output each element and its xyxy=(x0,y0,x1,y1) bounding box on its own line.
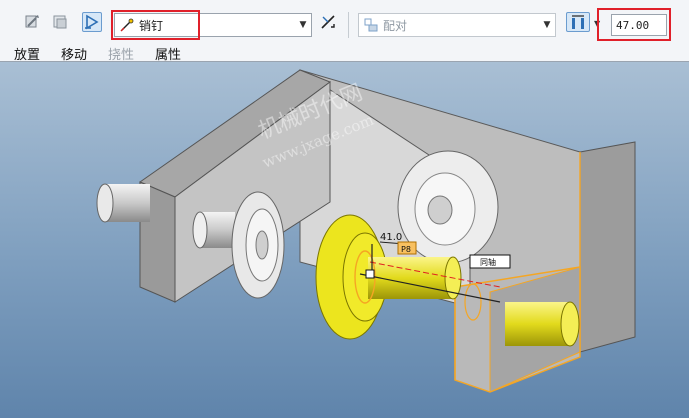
offset-icon[interactable] xyxy=(566,12,590,32)
constraint-type-select[interactable]: 销钉 ▼ xyxy=(114,13,312,37)
flip-icon[interactable] xyxy=(82,12,102,32)
menu-placement[interactable]: 放置 xyxy=(14,44,40,63)
offset-type-value: 配对 xyxy=(383,18,408,33)
bracket-right-post xyxy=(579,141,636,353)
chevron-down-icon[interactable]: ▼ xyxy=(594,19,600,28)
chevron-down-icon: ▼ xyxy=(543,20,551,30)
constraint-tag-two-label: 同轴 xyxy=(480,257,496,267)
constraint-tag-one-label: P8 xyxy=(401,245,411,254)
drag-handle[interactable] xyxy=(365,269,375,279)
toolbar-separator xyxy=(348,12,349,38)
assembly-icon[interactable] xyxy=(22,12,42,32)
mate-icon xyxy=(363,17,379,33)
swap-icon[interactable] xyxy=(318,12,338,32)
constraint-type-value: 销钉 xyxy=(139,18,164,33)
menu-connect: 挠性 xyxy=(108,48,135,63)
plane-icon[interactable] xyxy=(50,12,70,32)
menu-bar xyxy=(0,42,689,62)
toolbar: 销钉 ▼ 配对 ▼ ▼ xyxy=(0,0,689,42)
chevron-down-icon: ▼ xyxy=(299,20,307,30)
offset-value-input[interactable] xyxy=(611,14,667,36)
menu-properties[interactable]: 属性 xyxy=(155,44,181,63)
menu-move[interactable]: 移动 xyxy=(61,44,87,63)
model-viewport[interactable]: 41.0 P8 同轴 机械时代网 www.jxage.com xyxy=(0,62,689,418)
offset-type-select[interactable]: 配对 ▼ xyxy=(358,13,556,37)
pin-icon xyxy=(119,17,135,33)
assembly-model: 41.0 P8 同轴 机械时代网 www.jxage.com xyxy=(96,69,636,393)
dimension-value: 41.0 xyxy=(380,232,402,243)
